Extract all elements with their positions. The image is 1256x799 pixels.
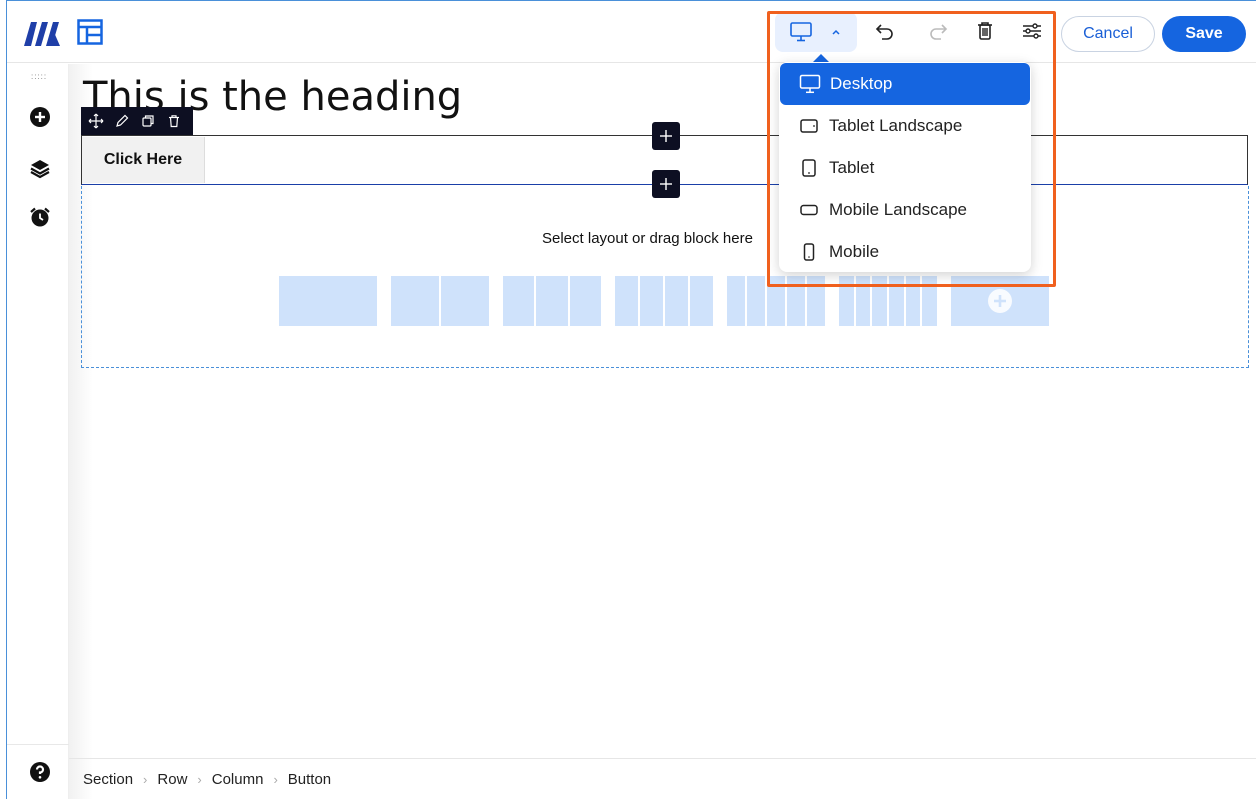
save-button[interactable]: Save [1162,16,1246,52]
edit-pencil-icon[interactable] [113,112,131,130]
mobile-icon [797,240,821,264]
desktop-icon [798,72,822,96]
app-logo-icon [24,22,60,46]
drag-grip-icon[interactable]: ::::: [31,72,47,81]
plus-circle-icon [988,289,1012,313]
sidebar-divider [7,744,69,745]
layout-options [279,276,1049,326]
duplicate-icon[interactable] [139,112,157,130]
device-option-tablet[interactable]: Tablet [779,147,1031,189]
block-toolbar [81,107,193,135]
device-dropdown-menu: Desktop Tablet Landscape Tablet Mobile L… [779,62,1031,272]
trash-icon[interactable] [973,19,997,43]
breadcrumb-button[interactable]: Button [288,771,331,788]
layout-4-columns[interactable] [615,276,713,326]
settings-sliders-icon[interactable] [1020,19,1044,43]
device-option-mobile[interactable]: Mobile [779,231,1031,273]
device-option-label: Desktop [830,74,893,93]
device-option-mobile-landscape[interactable]: Mobile Landscape [779,189,1031,231]
move-icon[interactable] [87,112,105,130]
breadcrumb-separator-icon: › [197,772,202,787]
help-icon[interactable] [29,761,51,783]
add-above-button[interactable] [652,122,680,150]
delete-icon[interactable] [165,112,183,130]
breadcrumb-row[interactable]: Row [157,771,187,788]
device-option-label: Tablet Landscape [829,116,963,135]
breadcrumb-separator-icon: › [143,772,148,787]
breadcrumb: Section › Row › Column › Button [83,771,331,788]
undo-icon[interactable] [873,19,897,43]
tablet-icon [797,156,821,180]
layout-icon[interactable] [77,19,103,45]
device-option-tablet-landscape[interactable]: Tablet Landscape [779,105,1031,147]
redo-icon[interactable] [926,19,950,43]
mobile-landscape-icon [797,198,821,222]
desktop-icon [790,22,812,42]
device-option-label: Tablet [829,158,875,177]
breadcrumb-separator-icon: › [273,772,278,787]
left-sidebar: ::::: [7,64,69,799]
custom-layout-button[interactable] [951,276,1049,326]
device-option-label: Mobile Landscape [829,200,967,219]
add-element-icon[interactable] [29,106,51,128]
alarm-clock-icon[interactable] [29,206,51,228]
layers-icon[interactable] [29,157,51,179]
device-option-desktop[interactable]: Desktop [780,63,1030,105]
device-selector-button[interactable] [775,12,857,52]
tablet-landscape-icon [797,114,821,138]
layout-3-columns[interactable] [503,276,601,326]
top-toolbar: Cancel Save [7,1,1256,63]
layout-2-columns[interactable] [391,276,489,326]
breadcrumb-section[interactable]: Section [83,771,133,788]
layout-1-column[interactable] [279,276,377,326]
layout-hint-text: Select layout or drag block here [542,230,753,247]
chevron-up-icon [832,29,840,35]
layout-6-columns[interactable] [839,276,938,326]
click-here-button[interactable]: Click Here [82,137,205,183]
cancel-button[interactable]: Cancel [1061,16,1155,52]
layout-5-columns[interactable] [727,276,825,326]
footer-divider [69,758,1256,759]
device-option-label: Mobile [829,242,880,261]
breadcrumb-column[interactable]: Column [212,771,264,788]
